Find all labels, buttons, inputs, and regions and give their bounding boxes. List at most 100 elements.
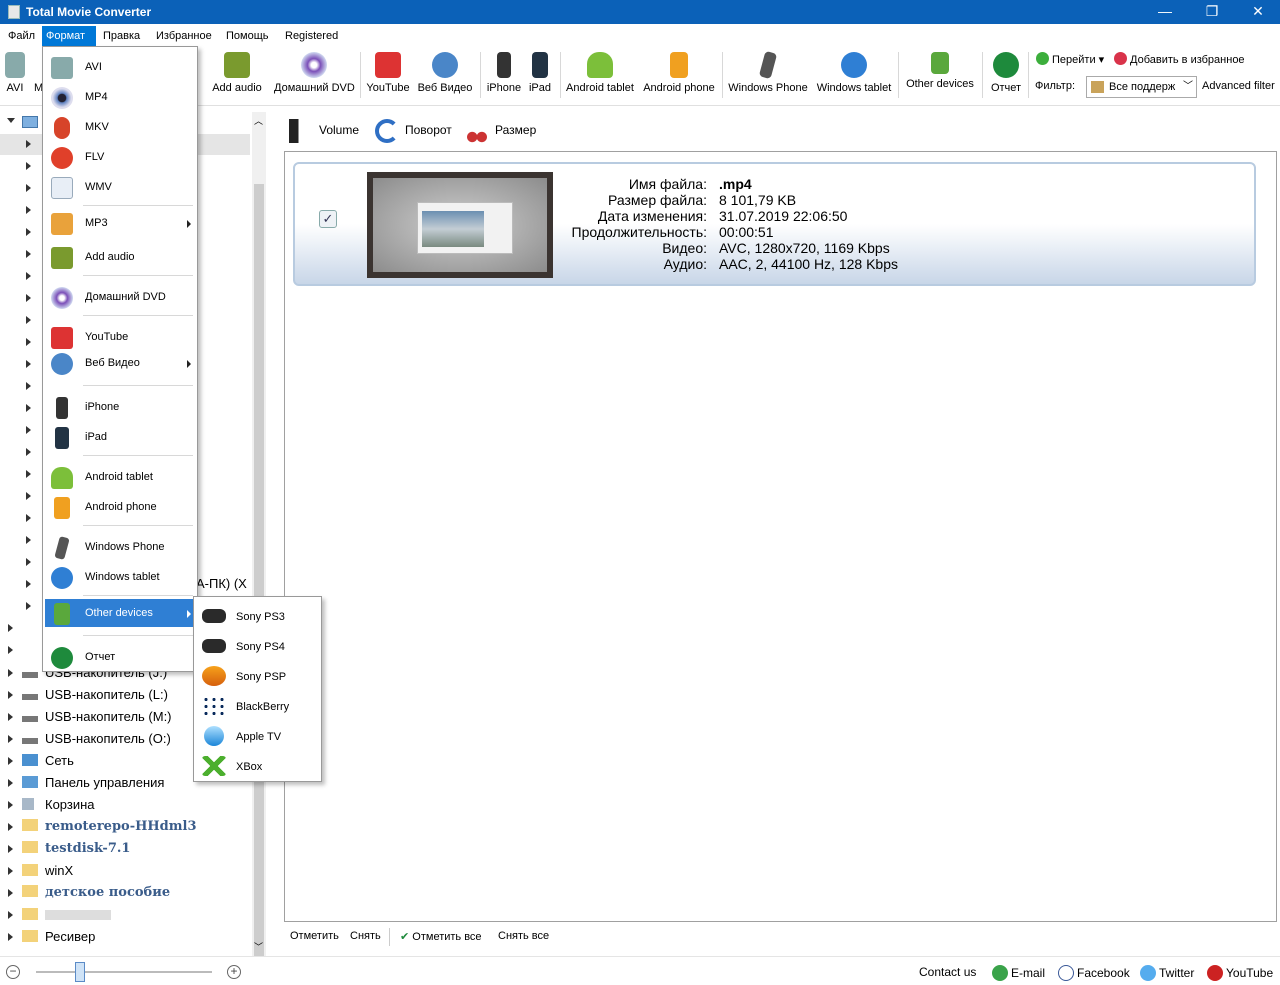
menu-item-windows-phone[interactable]: Windows Phone <box>45 533 195 561</box>
tree-item-remoterepo[interactable]: remoterepo-HHdml3 <box>22 817 197 837</box>
tree-item-control-panel[interactable]: Панель управления <box>22 773 164 793</box>
expand-arrow-icon[interactable] <box>26 580 31 588</box>
tree-item-usb-l[interactable]: USB-накопитель (L:) <box>22 685 168 705</box>
toolbar-avi-button[interactable]: AVI <box>4 52 26 94</box>
submenu-item-ps4[interactable]: Sony PS4 <box>196 631 320 661</box>
mark-all-button[interactable]: ✔ Отметить все <box>400 930 482 943</box>
menu-file[interactable]: Файл <box>4 27 39 45</box>
menu-item-flv[interactable]: FLV <box>45 143 195 171</box>
goto-button[interactable]: Перейти ▾ <box>1036 52 1104 66</box>
expand-arrow-icon[interactable] <box>26 404 31 412</box>
close-button[interactable]: ✕ <box>1235 0 1280 24</box>
menu-item-windows-tablet[interactable]: Windows tablet <box>45 563 195 591</box>
expand-arrow-icon[interactable] <box>8 933 13 941</box>
scroll-down-arrow-icon[interactable]: ﹀ <box>254 940 263 953</box>
expand-arrow-icon[interactable] <box>8 757 13 765</box>
expand-arrow-icon[interactable] <box>26 514 31 522</box>
tree-scrollbar-thumb[interactable] <box>254 184 264 985</box>
unmark-all-button[interactable]: Снять все <box>498 930 549 942</box>
expand-arrow-icon[interactable] <box>26 448 31 456</box>
toolbar-ipad-button[interactable]: iPad <box>526 52 554 94</box>
expand-arrow-icon[interactable] <box>8 823 13 831</box>
tree-item-receiver[interactable]: Ресивер <box>22 927 95 947</box>
twitter-link[interactable]: Twitter <box>1140 965 1194 981</box>
toolbar-android-tablet-button[interactable]: Android tablet <box>564 52 636 94</box>
menu-item-mkv[interactable]: MKV <box>45 113 195 141</box>
resize-button[interactable]: Размер <box>465 116 536 144</box>
minimize-button[interactable]: — <box>1142 0 1188 24</box>
menu-item-report[interactable]: Отчет <box>45 643 195 671</box>
zoom-in-button[interactable]: + <box>227 965 241 979</box>
menu-item-youtube[interactable]: YouTube <box>45 323 195 351</box>
menu-item-ipad[interactable]: iPad <box>45 423 195 451</box>
menu-favorites[interactable]: Избранное <box>152 27 216 45</box>
expand-arrow-icon[interactable] <box>26 140 31 148</box>
rotate-button[interactable]: Поворот <box>375 116 452 144</box>
expand-arrow-icon[interactable] <box>8 624 13 632</box>
expand-arrow-icon[interactable] <box>26 206 31 214</box>
expand-arrow-icon[interactable] <box>8 911 13 919</box>
menu-edit[interactable]: Правка <box>99 27 144 45</box>
menu-item-other-devices[interactable]: Other devices <box>45 599 195 627</box>
menu-registered[interactable]: Registered <box>281 27 342 45</box>
expand-arrow-icon[interactable] <box>26 184 31 192</box>
zoom-slider-thumb[interactable] <box>75 962 85 982</box>
expand-arrow-icon[interactable] <box>8 867 13 875</box>
expand-arrow-icon[interactable] <box>8 713 13 721</box>
tree-item-blurred[interactable] <box>22 905 111 925</box>
toolbar-dvd-button[interactable]: Домашний DVD <box>274 52 355 94</box>
contact-us-link[interactable]: Contact us <box>919 965 976 979</box>
tree-item-winx[interactable]: winX <box>22 861 73 881</box>
expand-arrow-icon[interactable] <box>8 889 13 897</box>
expand-arrow-icon[interactable] <box>8 646 13 654</box>
expand-arrow-icon[interactable] <box>26 316 31 324</box>
expand-arrow-icon[interactable] <box>26 272 31 280</box>
submenu-item-xbox[interactable]: XBox <box>196 751 320 781</box>
submenu-item-apple-tv[interactable]: Apple TV <box>196 721 320 751</box>
tree-item-usb-m[interactable]: USB-накопитель (M:) <box>22 707 172 727</box>
tree-scrollbar[interactable]: ︿ ﹀ <box>252 112 266 985</box>
expand-arrow-icon[interactable] <box>26 426 31 434</box>
tree-item-usb-o[interactable]: USB-накопитель (O:) <box>22 729 171 749</box>
advanced-filter-button[interactable]: Advanced filter <box>1202 80 1275 92</box>
volume-button[interactable]: Volume <box>289 116 359 144</box>
expand-arrow-icon[interactable] <box>26 338 31 346</box>
restore-button[interactable]: ❐ <box>1189 0 1235 24</box>
submenu-item-ps3[interactable]: Sony PS3 <box>196 601 320 631</box>
submenu-item-psp[interactable]: Sony PSP <box>196 661 320 691</box>
expand-arrow-icon[interactable] <box>26 470 31 478</box>
toolbar-iphone-button[interactable]: iPhone <box>486 52 522 94</box>
expand-arrow-icon[interactable] <box>26 294 31 302</box>
menu-item-web-video[interactable]: Веб Видео <box>45 349 195 377</box>
expand-arrow-icon[interactable] <box>26 602 31 610</box>
expand-arrow-icon[interactable] <box>26 492 31 500</box>
zoom-out-button[interactable]: − <box>6 965 20 979</box>
facebook-link[interactable]: Facebook <box>1058 965 1130 981</box>
zoom-slider[interactable] <box>36 971 212 973</box>
toolbar-other-devices-button[interactable]: Other devices <box>904 52 976 90</box>
toolbar-add-audio-button[interactable]: Add audio <box>208 52 266 94</box>
unmark-button[interactable]: Снять <box>350 930 381 942</box>
expand-arrow-icon[interactable] <box>26 382 31 390</box>
add-favorites-button[interactable]: Добавить в избранное <box>1114 52 1245 66</box>
menu-item-dvd[interactable]: Домашний DVD <box>45 283 195 311</box>
expand-arrow-icon[interactable] <box>26 536 31 544</box>
menu-item-android-phone[interactable]: Android phone <box>45 493 195 521</box>
toolbar-web-video-button[interactable]: Веб Видео <box>416 52 474 94</box>
tree-item-kids-guide[interactable]: детское пособие <box>22 883 170 903</box>
toolbar-windows-tablet-button[interactable]: Windows tablet <box>814 52 894 94</box>
expand-arrow-icon[interactable] <box>8 801 13 809</box>
menu-item-mp3[interactable]: MP3 <box>45 209 195 237</box>
expand-arrow-icon[interactable] <box>8 779 13 787</box>
file-card[interactable]: ✓ Имя файла: .mp4 Размер файла: 8 101,79… <box>293 162 1256 286</box>
menu-item-android-tablet[interactable]: Android tablet <box>45 463 195 491</box>
toolbar-partial-button[interactable]: M <box>34 52 43 94</box>
email-link[interactable]: E-mail <box>992 965 1045 981</box>
expand-arrow-icon[interactable] <box>26 250 31 258</box>
submenu-item-blackberry[interactable]: BlackBerry <box>196 691 320 721</box>
tree-item-testdisk[interactable]: testdisk-7.1 <box>22 839 130 859</box>
menu-format[interactable]: Формат <box>42 26 96 46</box>
toolbar-android-phone-button[interactable]: Android phone <box>642 52 716 94</box>
tree-item-network[interactable]: Сеть <box>22 751 74 771</box>
expand-arrow-icon[interactable] <box>26 360 31 368</box>
